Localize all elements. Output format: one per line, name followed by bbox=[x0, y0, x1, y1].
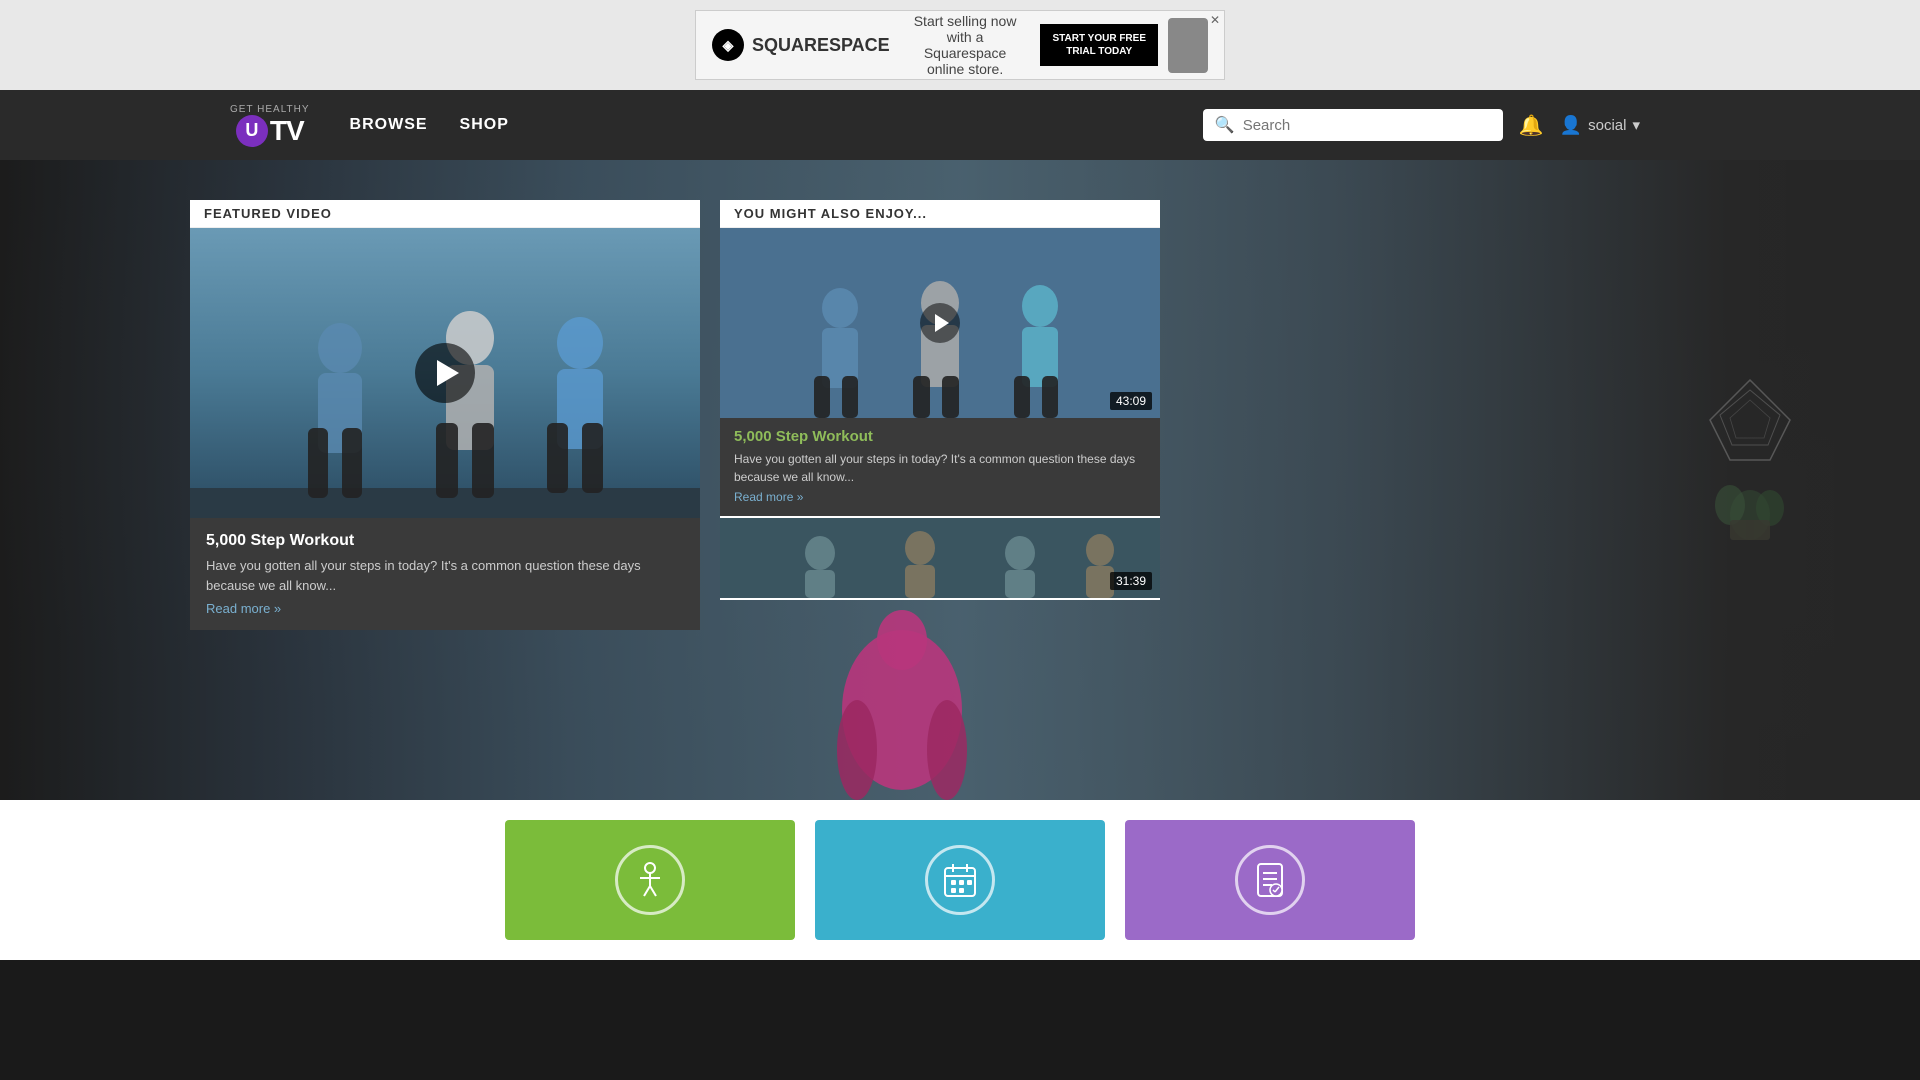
logo[interactable]: GET HEALTHY U TV bbox=[230, 104, 310, 147]
hero-section: FEATURED VIDEO bbox=[0, 160, 1920, 800]
ad-tagline: Start selling now with a Squarespace onl… bbox=[890, 13, 1041, 77]
enjoy-read-more-1[interactable]: Read more » bbox=[734, 490, 1146, 504]
enjoy-label: YOU MIGHT ALSO ENJOY... bbox=[720, 200, 1160, 228]
workouts-icon bbox=[615, 845, 685, 915]
logo-top-text: GET HEALTHY bbox=[230, 104, 310, 115]
search-input[interactable] bbox=[1243, 117, 1491, 134]
enjoy-people-2 bbox=[720, 518, 1160, 598]
user-label: social bbox=[1588, 117, 1626, 134]
enjoy-duration-2: 31:39 bbox=[1110, 572, 1152, 590]
plan-icon bbox=[1235, 845, 1305, 915]
bell-icon[interactable]: 🔔 bbox=[1519, 113, 1544, 138]
featured-video-panel: FEATURED VIDEO bbox=[190, 200, 700, 630]
enjoy-item-2: 31:39 bbox=[720, 518, 1160, 598]
enjoy-duration-1: 43:09 bbox=[1110, 392, 1152, 410]
featured-video-info: 5,000 Step Workout Have you gotten all y… bbox=[190, 518, 700, 630]
category-card-plan[interactable] bbox=[1125, 820, 1415, 940]
ad-content: ◈ SQUARESPACE Start selling now with a S… bbox=[695, 10, 1225, 80]
search-icon: 🔍 bbox=[1215, 115, 1235, 135]
logo-main: U TV bbox=[236, 115, 304, 147]
featured-video-title: 5,000 Step Workout bbox=[206, 532, 684, 550]
featured-label: FEATURED VIDEO bbox=[190, 200, 700, 228]
ad-cta-button[interactable]: START YOUR FREE TRIAL TODAY bbox=[1040, 24, 1158, 66]
ad-close-button[interactable]: ✕ bbox=[1210, 13, 1220, 27]
schedule-icon bbox=[925, 845, 995, 915]
geometric-decoration bbox=[1670, 360, 1830, 545]
user-icon: 👤 bbox=[1560, 115, 1582, 136]
ad-brand-name: SQUARESPACE bbox=[752, 35, 890, 56]
nav-right: 🔍 🔔 👤 social ▾ bbox=[1203, 109, 1640, 141]
logo-tv: TV bbox=[270, 115, 304, 147]
featured-play-button[interactable] bbox=[415, 343, 475, 403]
enjoy-video-info-1: 5,000 Step Workout Have you gotten all y… bbox=[720, 418, 1160, 516]
enjoy-video-title-1: 5,000 Step Workout bbox=[734, 428, 1146, 445]
browse-link[interactable]: BROWSE bbox=[350, 116, 428, 134]
shop-link[interactable]: SHOP bbox=[460, 116, 509, 134]
search-bar[interactable]: 🔍 bbox=[1203, 109, 1503, 141]
squarespace-logo-icon: ◈ bbox=[712, 29, 744, 61]
categories-section bbox=[0, 800, 1920, 960]
user-menu[interactable]: 👤 social ▾ bbox=[1560, 115, 1640, 136]
enjoy-thumbnail-1[interactable]: 43:09 bbox=[720, 228, 1160, 418]
category-card-schedule[interactable] bbox=[815, 820, 1105, 940]
hero-person-silhouette bbox=[777, 580, 1027, 800]
enjoy-thumbnail-2[interactable]: 31:39 bbox=[720, 518, 1160, 598]
ad-brand: ◈ SQUARESPACE bbox=[712, 29, 890, 61]
enjoy-panel: YOU MIGHT ALSO ENJOY... bbox=[720, 200, 1160, 600]
navbar: GET HEALTHY U TV BROWSE SHOP 🔍 🔔 👤 socia… bbox=[0, 90, 1920, 160]
nav-links: BROWSE SHOP bbox=[350, 116, 509, 134]
featured-video-thumbnail[interactable] bbox=[190, 228, 700, 518]
category-card-workouts[interactable] bbox=[505, 820, 795, 940]
enjoy-play-button-1[interactable] bbox=[920, 303, 960, 343]
featured-video-description: Have you gotten all your steps in today?… bbox=[206, 556, 684, 595]
chevron-down-icon: ▾ bbox=[1632, 116, 1640, 134]
featured-read-more[interactable]: Read more » bbox=[206, 601, 684, 616]
ad-phone-image bbox=[1168, 18, 1208, 73]
ad-banner: ◈ SQUARESPACE Start selling now with a S… bbox=[0, 0, 1920, 90]
enjoy-video-desc-1: Have you gotten all your steps in today?… bbox=[734, 450, 1146, 486]
enjoy-item-1: 43:09 5,000 Step Workout Have you gotten… bbox=[720, 228, 1160, 516]
nav-left: GET HEALTHY U TV BROWSE SHOP bbox=[230, 104, 509, 147]
logo-u: U bbox=[236, 115, 268, 147]
